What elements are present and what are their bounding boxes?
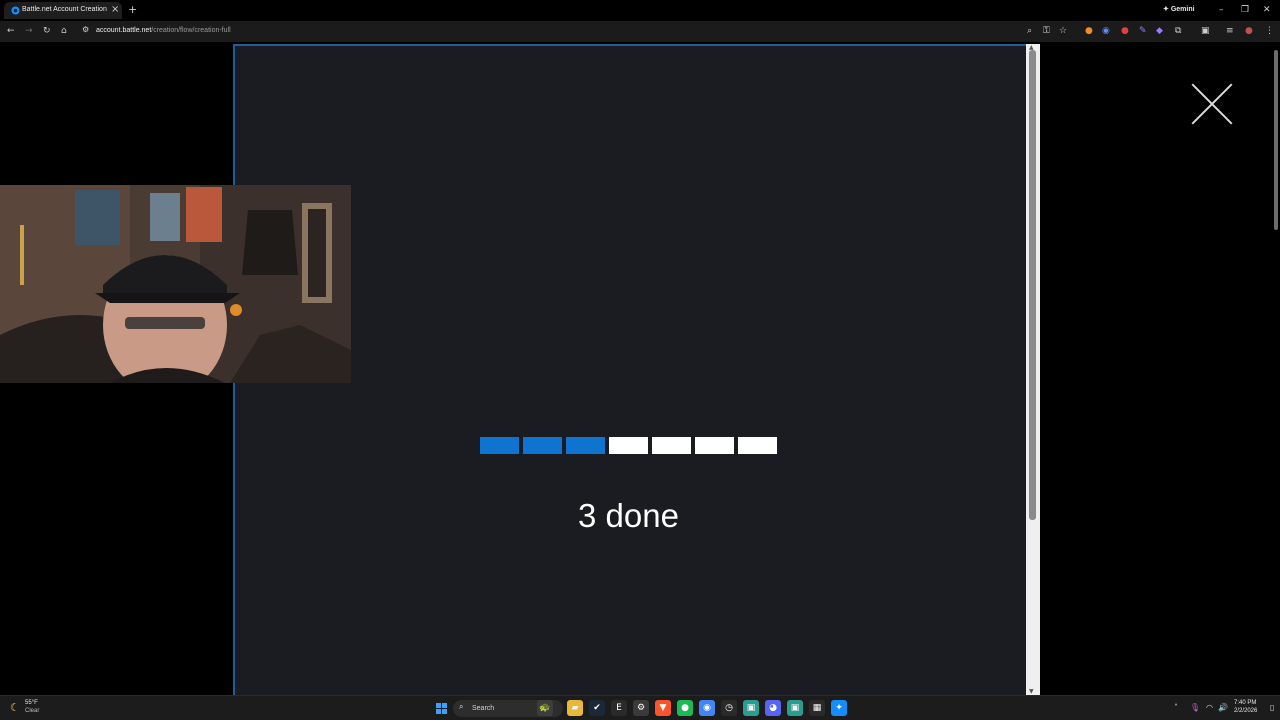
settings-icon[interactable]: ⚙ [633,700,649,716]
windows-logo-icon [442,703,447,708]
account-creation-modal [233,44,1026,695]
modal-scrollbar-thumb[interactable] [1029,50,1036,520]
calendar-icon[interactable]: ▦ [809,700,825,716]
progress-step-pending [609,437,648,454]
close-window-icon[interactable]: ✕ [1263,3,1271,17]
browser-toolbar: ← → ↻ ⌂ ⚙ account.battle.net/creation/fl… [0,21,1280,42]
clock-icon[interactable]: ◷ [721,700,737,716]
battlenet-icon[interactable]: ✦ [831,700,847,716]
downloads-icon[interactable]: ≡ [1226,25,1234,37]
epic-games-icon[interactable]: E [611,700,627,716]
chrome-icon[interactable]: ◉ [699,700,715,716]
windows-logo-icon [442,709,447,714]
windows-taskbar: ☾ 55°F Clear ⌕ Search 🐢 ▰ ✔ E ⚙ ▼ ● ◉ ◷ ▣ ◕ ▣ ▦ ✦ ˄ 🎙… [0,695,1280,720]
url-text[interactable]: account.battle.net/creation/flow/creatio… [96,25,231,37]
steam-icon[interactable]: ✔ [589,700,605,716]
gemini-button[interactable]: ✦ Gemini [1163,4,1195,16]
forward-icon[interactable]: → [25,25,33,37]
extensions-puzzle-icon[interactable]: ⧉ [1175,25,1181,37]
extension-icon[interactable]: ● [1085,25,1093,37]
home-icon[interactable]: ⌂ [61,25,67,37]
volume-icon[interactable]: 🔊 [1218,702,1228,714]
battlenet-favicon-icon [11,6,20,15]
page-viewport: ▲ ▼ 3 done [0,42,1280,695]
tab-battlenet-account-creation[interactable]: Battle.net Account Creation × [4,2,122,19]
progress-step-complete [566,437,605,454]
file-explorer-icon[interactable]: ▰ [567,700,583,716]
progress-step-pending [738,437,777,454]
site-info-icon[interactable]: ⚙ [82,25,89,34]
moon-icon: ☾ [10,701,20,714]
reload-icon[interactable]: ↻ [43,25,51,37]
app-icon[interactable]: ▣ [743,700,759,716]
minimize-icon[interactable]: – [1219,3,1224,17]
back-icon[interactable]: ← [7,25,15,37]
extension-icon[interactable]: ◆ [1156,25,1163,37]
extension-icon[interactable]: ◉ [1102,25,1110,37]
url-path: /creation/flow/creation-full [151,27,231,34]
progress-status-text: 3 done [578,497,679,534]
creation-progress-bar [480,437,777,454]
progress-step-pending [695,437,734,454]
spotify-icon[interactable]: ● [677,700,693,716]
webcam-overlay [0,185,351,383]
progress-step-complete [523,437,562,454]
address-bar[interactable]: ⚙ account.battle.net/creation/flow/creat… [78,24,1078,39]
start-button[interactable] [436,703,447,714]
url-domain: account.battle.net [96,27,152,34]
browser-menu-icon[interactable]: ⋮ [1265,25,1274,37]
wifi-icon[interactable]: ◠ [1206,702,1213,714]
tab-title: Battle.net Account Creation [22,6,107,13]
restore-icon[interactable]: ❐ [1241,3,1249,17]
progress-step-complete [480,437,519,454]
new-tab-button[interactable]: + [128,3,137,17]
zoom-icon[interactable]: ⌕ [1027,25,1032,37]
password-key-icon[interactable]: ⚿ [1043,25,1050,37]
webcam-feed-image [0,185,351,383]
profile-avatar-icon[interactable]: ● [1245,25,1253,37]
progress-step-pending [652,437,691,454]
notification-icon[interactable]: ▯ [1270,702,1274,714]
extension-icon[interactable]: ● [1121,25,1129,37]
widgets-icon[interactable]: 🐢 [537,700,553,716]
gemini-label: Gemini [1170,6,1195,13]
side-panel-icon[interactable]: ▣ [1201,25,1210,37]
bookmark-star-icon[interactable]: ☆ [1059,25,1067,37]
search-icon: ⌕ [459,702,464,711]
discord-icon[interactable]: ◕ [765,700,781,716]
windows-logo-icon [436,709,441,714]
weather-condition: Clear [25,708,40,714]
clock-time: 7:40 PM [1234,700,1257,706]
extension-icon[interactable]: ✎ [1139,25,1147,37]
weather-temperature: 55°F [25,700,38,706]
microphone-icon[interactable]: 🎙 [1190,702,1200,714]
windows-logo-icon [436,703,441,708]
clock-date: 2/2/2026 [1234,708,1258,714]
page-scrollbar[interactable] [1272,44,1280,695]
browser-tab-strip: Battle.net Account Creation × + ✦ Gemini… [0,0,1280,21]
search-label: Search [472,705,495,712]
modal-scrollbar[interactable]: ▲ ▼ [1026,44,1040,695]
brave-icon[interactable]: ▼ [655,700,671,716]
page-scrollbar-thumb[interactable] [1274,50,1278,230]
tab-close-icon[interactable]: × [111,3,119,17]
tray-overflow-icon[interactable]: ˄ [1174,702,1178,714]
close-icon[interactable] [1190,82,1234,126]
app-icon[interactable]: ▣ [787,700,803,716]
scroll-down-icon[interactable]: ▼ [1029,688,1034,695]
